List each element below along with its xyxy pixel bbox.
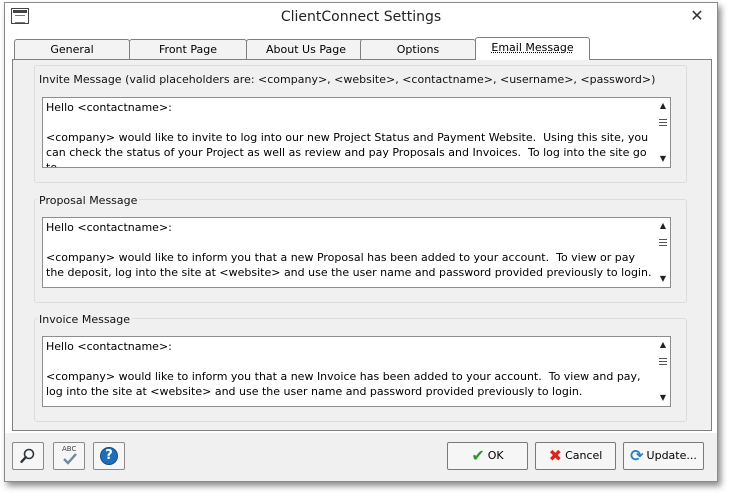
search-icon (20, 448, 35, 464)
help-glyph: ? (105, 448, 113, 463)
tab-general[interactable]: General (14, 39, 130, 59)
scroll-up-icon[interactable]: ▲ (656, 100, 670, 112)
update-button[interactable]: ⟳ Update... (623, 442, 704, 470)
scroll-down-icon[interactable]: ▼ (656, 273, 670, 285)
scroll-up-icon[interactable]: ▲ (656, 339, 670, 351)
scroll-thumb[interactable] (659, 357, 667, 368)
scroll-thumb[interactable] (659, 238, 667, 249)
refresh-icon: ⟳ (630, 446, 644, 465)
close-icon: ✕ (690, 6, 704, 25)
cancel-label: Cancel (565, 449, 603, 462)
scroll-thumb[interactable] (659, 118, 667, 129)
tab-bar: General Front Page About Us Page Options… (12, 37, 712, 60)
bottom-toolbar: ABC ? ✔ OK ✖ Cancel ⟳ Update... (5, 433, 717, 481)
help-button[interactable]: ? (93, 442, 125, 470)
scroll-up-icon[interactable]: ▲ (656, 220, 670, 232)
window-title: ClientConnect Settings (280, 9, 442, 25)
invite-message-label: Invite Message (valid placeholders are: … (39, 73, 656, 86)
tab-label: Options (396, 43, 440, 56)
tab-label: Front Page (159, 43, 217, 56)
tab-label: General (50, 43, 94, 56)
search-button[interactable] (12, 442, 44, 470)
update-label: Update... (646, 449, 697, 462)
invoice-message-textarea[interactable]: Hello <contactname>: <company> would lik… (42, 336, 671, 407)
invite-scrollbar[interactable]: ▲ ▼ (656, 98, 670, 167)
ok-label: OK (487, 449, 504, 462)
proposal-message-textarea[interactable]: Hello <contactname>: <company> would lik… (42, 217, 671, 288)
scroll-down-icon[interactable]: ▼ (656, 153, 670, 165)
spellcheck-icon: ABC (54, 443, 84, 469)
check-icon: ✔ (471, 446, 485, 465)
invite-message-text[interactable]: Hello <contactname>: <company> would lik… (43, 98, 656, 167)
x-icon: ✖ (548, 446, 563, 465)
proposal-message-text[interactable]: Hello <contactname>: <company> would lik… (43, 218, 656, 287)
tab-options[interactable]: Options (360, 39, 476, 59)
invite-message-group: Invite Message (valid placeholders are: … (34, 65, 687, 183)
email-message-panel: Invite Message (valid placeholders are: … (12, 59, 712, 431)
invite-message-textarea[interactable]: Hello <contactname>: <company> would lik… (42, 97, 671, 168)
invoice-message-group: Invoice Message Hello <contactname>: <co… (34, 313, 687, 422)
invoice-scrollbar[interactable]: ▲ ▼ (656, 337, 670, 406)
proposal-scrollbar[interactable]: ▲ ▼ (656, 218, 670, 287)
tab-label: Email Message (491, 41, 574, 54)
tab-label: About Us Page (266, 43, 346, 56)
scroll-down-icon[interactable]: ▼ (656, 392, 670, 404)
close-button[interactable]: ✕ (685, 5, 709, 27)
proposal-message-label: Proposal Message (37, 194, 140, 207)
cancel-button[interactable]: ✖ Cancel (535, 442, 616, 470)
tab-about-us-page[interactable]: About Us Page (246, 39, 366, 59)
tab-front-page[interactable]: Front Page (129, 39, 247, 59)
title-bar: ClientConnect Settings ✕ (5, 3, 717, 33)
ok-button[interactable]: ✔ OK (447, 442, 528, 470)
settings-window: ClientConnect Settings ✕ General Front P… (4, 2, 718, 482)
tab-email-message[interactable]: Email Message (475, 37, 590, 60)
proposal-message-group: Proposal Message Hello <contactname>: <c… (34, 194, 687, 303)
spellcheck-button[interactable]: ABC (53, 442, 85, 470)
invoice-message-text[interactable]: Hello <contactname>: <company> would lik… (43, 337, 656, 406)
invoice-message-label: Invoice Message (37, 313, 133, 326)
